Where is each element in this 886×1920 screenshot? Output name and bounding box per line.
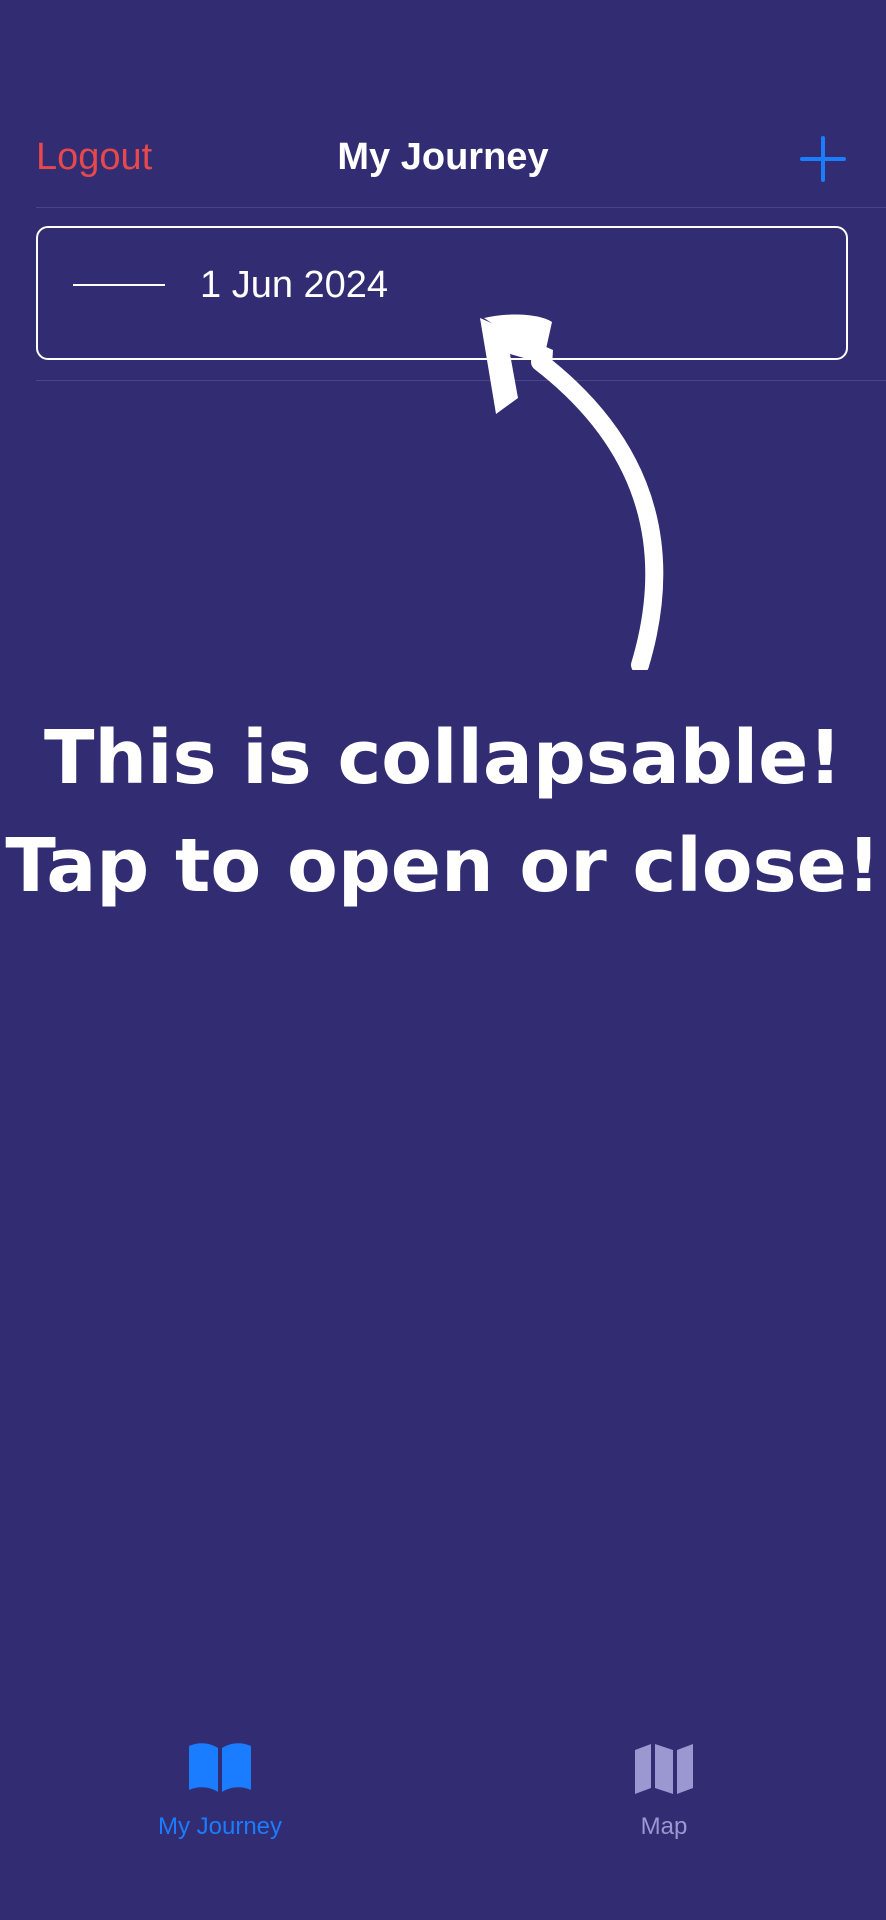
tab-bar: My Journey Map [0, 1720, 886, 1920]
collapse-dash-icon [73, 284, 165, 286]
open-book-icon [189, 1743, 251, 1792]
tab-my-journey[interactable]: My Journey [70, 1720, 370, 1870]
add-entry-button[interactable] [798, 134, 848, 184]
journey-entry-collapsible[interactable]: 1 Jun 2024 [36, 226, 848, 360]
curved-arrow-icon [480, 314, 664, 670]
tab-label: Map [640, 1813, 688, 1840]
plus-icon [800, 136, 846, 182]
map-icon [635, 1744, 693, 1794]
tab-map[interactable]: Map [514, 1720, 814, 1870]
callout-line-2: Tap to open or close! [5, 823, 881, 909]
tab-label: My Journey [157, 1813, 283, 1840]
page-title: My Journey [337, 136, 549, 178]
entry-date: 1 Jun 2024 [200, 264, 389, 306]
navigation-bar: Logout My Journey [0, 0, 886, 208]
callout-line-1: This is collapsable! [43, 715, 843, 801]
header-divider [36, 207, 886, 208]
